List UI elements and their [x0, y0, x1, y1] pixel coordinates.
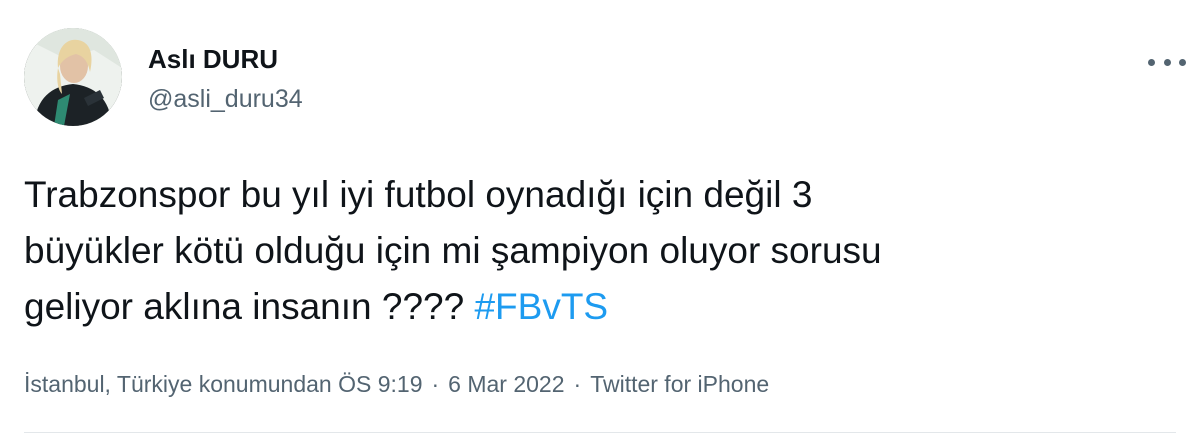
more-dot — [1163, 58, 1171, 66]
user-handle[interactable]: @asli_duru34 — [148, 84, 303, 114]
divider — [24, 432, 1176, 433]
display-name[interactable]: Aslı DURU — [148, 44, 278, 74]
hashtag-link[interactable]: #FBvTS — [474, 286, 608, 327]
tweet-line-2: büyükler kötü olduğu için mi şampiyon ol… — [24, 230, 882, 271]
more-dot — [1179, 58, 1186, 66]
tweet-source[interactable]: Twitter for iPhone — [590, 371, 769, 397]
more-dot — [1148, 58, 1155, 66]
avatar[interactable] — [24, 28, 122, 126]
meta-separator: · — [573, 371, 582, 397]
tweet-metadata: İstanbul, Türkiye konumundan ÖS 9:19 · 6 M… — [24, 369, 769, 399]
tweet-line-3-text: geliyor aklına insanın ???? — [24, 286, 475, 327]
tweet-location-time[interactable]: İstanbul, Türkiye konumundan ÖS 9:19 — [24, 371, 422, 397]
tweet-card: Aslı DURU @asli_duru34 Trabzonspor bu yı… — [0, 0, 1200, 440]
meta-separator: · — [431, 371, 440, 397]
tweet-date[interactable]: 6 Mar 2022 — [448, 371, 564, 397]
more-options-icon[interactable] — [1148, 50, 1186, 74]
tweet-line-3: geliyor aklına insanın ???? #FBvTS — [24, 279, 1164, 335]
avatar-photo — [24, 28, 122, 126]
tweet-line-1: Trabzonspor bu yıl iyi futbol oynadığı i… — [24, 174, 813, 215]
tweet-text: Trabzonspor bu yıl iyi futbol oynadığı i… — [24, 167, 1164, 335]
